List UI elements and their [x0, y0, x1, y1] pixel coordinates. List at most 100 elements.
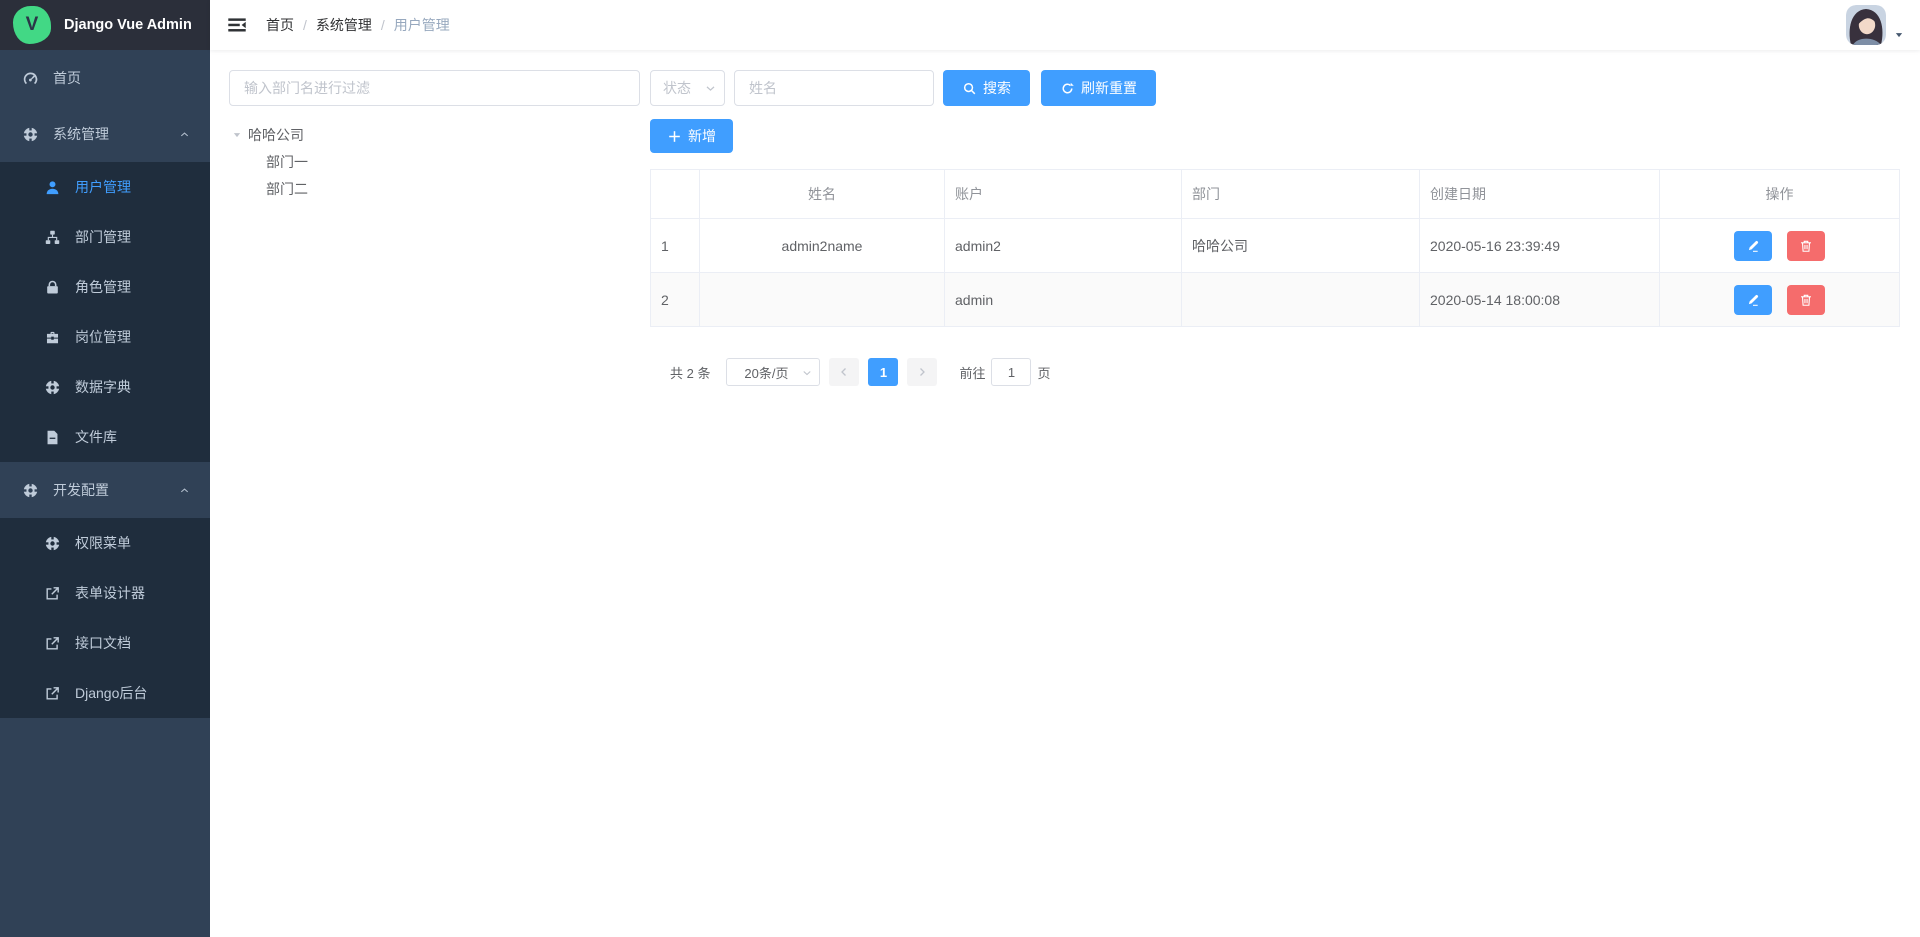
sidebar-item-form-designer[interactable]: 表单设计器: [0, 568, 210, 618]
document-icon: [44, 429, 61, 446]
search-button-label: 搜索: [983, 78, 1011, 98]
submenu-dev-config: 权限菜单 表单设计器 接口文档: [0, 518, 210, 718]
breadcrumb-item-system[interactable]: 系统管理: [316, 15, 372, 35]
goto-page-input[interactable]: [991, 358, 1031, 386]
status-select[interactable]: 状态: [650, 70, 725, 106]
search-icon: [962, 81, 977, 96]
breadcrumb: 首页 / 系统管理 / 用户管理: [266, 15, 450, 35]
sidebar-logo[interactable]: V Django Vue Admin: [0, 0, 210, 50]
chevron-down-icon: [704, 82, 717, 95]
refresh-reset-button[interactable]: 刷新重置: [1041, 70, 1156, 106]
chevron-right-icon: [916, 366, 928, 378]
sidebar-item-perm-menu[interactable]: 权限菜单: [0, 518, 210, 568]
page-size-value: 20条/页: [744, 363, 788, 382]
breadcrumb-item-home[interactable]: 首页: [266, 15, 294, 35]
status-select-placeholder: 状态: [663, 78, 691, 98]
sidebar-item-label: 用户管理: [75, 177, 131, 197]
sidebar-group-label: 开发配置: [53, 480, 109, 500]
edit-button[interactable]: [1734, 285, 1772, 315]
tree-node-label: 部门一: [266, 152, 308, 172]
dept-tree: 哈哈公司 部门一 部门二: [229, 121, 640, 202]
edit-button[interactable]: [1734, 231, 1772, 261]
cell-index: 1: [651, 219, 700, 273]
cell-account: admin2: [945, 219, 1182, 273]
sidebar-group-label: 系统管理: [53, 124, 109, 144]
col-header-actions: 操作: [1660, 170, 1900, 219]
sidebar-item-django-admin[interactable]: Django后台: [0, 668, 210, 718]
plus-icon: [667, 129, 682, 144]
caret-down-icon[interactable]: [232, 130, 242, 140]
caret-down-icon[interactable]: [1894, 27, 1904, 37]
tree-node-child[interactable]: 部门一: [229, 148, 640, 175]
chevron-up-icon: [179, 485, 190, 496]
table-header-row: 姓名 账户 部门 创建日期 操作: [651, 170, 1900, 219]
prev-page-button[interactable]: [829, 358, 859, 386]
sidebar-item-label: 权限菜单: [75, 533, 131, 553]
chevron-left-icon: [838, 366, 850, 378]
breadcrumb-separator: /: [381, 17, 385, 33]
hamburger-icon[interactable]: [226, 14, 248, 36]
component-icon: [44, 535, 61, 552]
cell-actions: [1660, 219, 1900, 273]
delete-button[interactable]: [1787, 231, 1825, 261]
cell-department: [1182, 273, 1420, 327]
sidebar-item-label: 文件库: [75, 427, 117, 447]
external-link-icon: [44, 585, 61, 602]
tree-node-root[interactable]: 哈哈公司: [229, 121, 640, 148]
sidebar-item-api-docs[interactable]: 接口文档: [0, 618, 210, 668]
component-icon: [22, 482, 39, 499]
dept-tree-panel: 哈哈公司 部门一 部门二: [229, 70, 640, 202]
sidebar-group-dev-config[interactable]: 开发配置: [0, 462, 210, 518]
user-icon: [44, 179, 61, 196]
dept-filter-input[interactable]: [229, 70, 640, 106]
col-header-name: 姓名: [700, 170, 945, 219]
cell-created: 2020-05-16 23:39:49: [1420, 219, 1660, 273]
org-tree-icon: [44, 229, 61, 246]
external-link-icon: [44, 635, 61, 652]
external-link-icon: [44, 685, 61, 702]
navbar: 首页 / 系统管理 / 用户管理: [210, 0, 1920, 50]
sidebar-item-post-mgmt[interactable]: 岗位管理: [0, 312, 210, 362]
col-header-index: [651, 170, 700, 219]
app-logo-icon: V: [13, 6, 51, 44]
col-header-department: 部门: [1182, 170, 1420, 219]
sidebar-group-system[interactable]: 系统管理: [0, 106, 210, 162]
add-user-button[interactable]: 新增: [650, 119, 733, 153]
sidebar-item-label: 角色管理: [75, 277, 131, 297]
trash-icon: [1799, 239, 1813, 253]
next-page-button[interactable]: [907, 358, 937, 386]
tree-node-label: 部门二: [266, 179, 308, 199]
user-table-panel: 状态 搜索: [650, 70, 1900, 386]
cell-created: 2020-05-14 18:00:08: [1420, 273, 1660, 327]
sidebar-item-dashboard[interactable]: 首页: [0, 50, 210, 106]
search-button[interactable]: 搜索: [943, 70, 1030, 106]
sidebar-item-label: 表单设计器: [75, 583, 145, 603]
sidebar-item-file-lib[interactable]: 文件库: [0, 412, 210, 462]
trash-icon: [1799, 293, 1813, 307]
goto-label: 前往: [959, 363, 985, 382]
sidebar-item-label: 部门管理: [75, 227, 131, 247]
sidebar-item-dept-mgmt[interactable]: 部门管理: [0, 212, 210, 262]
tree-node-child[interactable]: 部门二: [229, 175, 640, 202]
sidebar-item-role-mgmt[interactable]: 角色管理: [0, 262, 210, 312]
sidebar-item-data-dict[interactable]: 数据字典: [0, 362, 210, 412]
tree-node-label: 哈哈公司: [248, 125, 304, 145]
user-avatar[interactable]: [1846, 5, 1886, 45]
reset-button-label: 刷新重置: [1081, 78, 1137, 98]
delete-button[interactable]: [1787, 285, 1825, 315]
lock-icon: [44, 279, 61, 296]
cell-department: 哈哈公司: [1182, 219, 1420, 273]
page-unit-label: 页: [1037, 363, 1050, 382]
page-content: 哈哈公司 部门一 部门二 状态: [210, 50, 1920, 937]
sidebar-item-label: 接口文档: [75, 633, 131, 653]
col-header-created: 创建日期: [1420, 170, 1660, 219]
sidebar-item-label: Django后台: [75, 683, 147, 703]
navbar-right: [1846, 5, 1904, 45]
page-size-select[interactable]: 20条/页: [726, 358, 820, 386]
cell-name: [700, 273, 945, 327]
name-filter-input[interactable]: [734, 70, 934, 106]
page-number-button[interactable]: 1: [868, 358, 898, 386]
sidebar-item-user-mgmt[interactable]: 用户管理: [0, 162, 210, 212]
app-title: Django Vue Admin: [64, 17, 192, 33]
pagination-total: 共 2 条: [670, 363, 710, 382]
